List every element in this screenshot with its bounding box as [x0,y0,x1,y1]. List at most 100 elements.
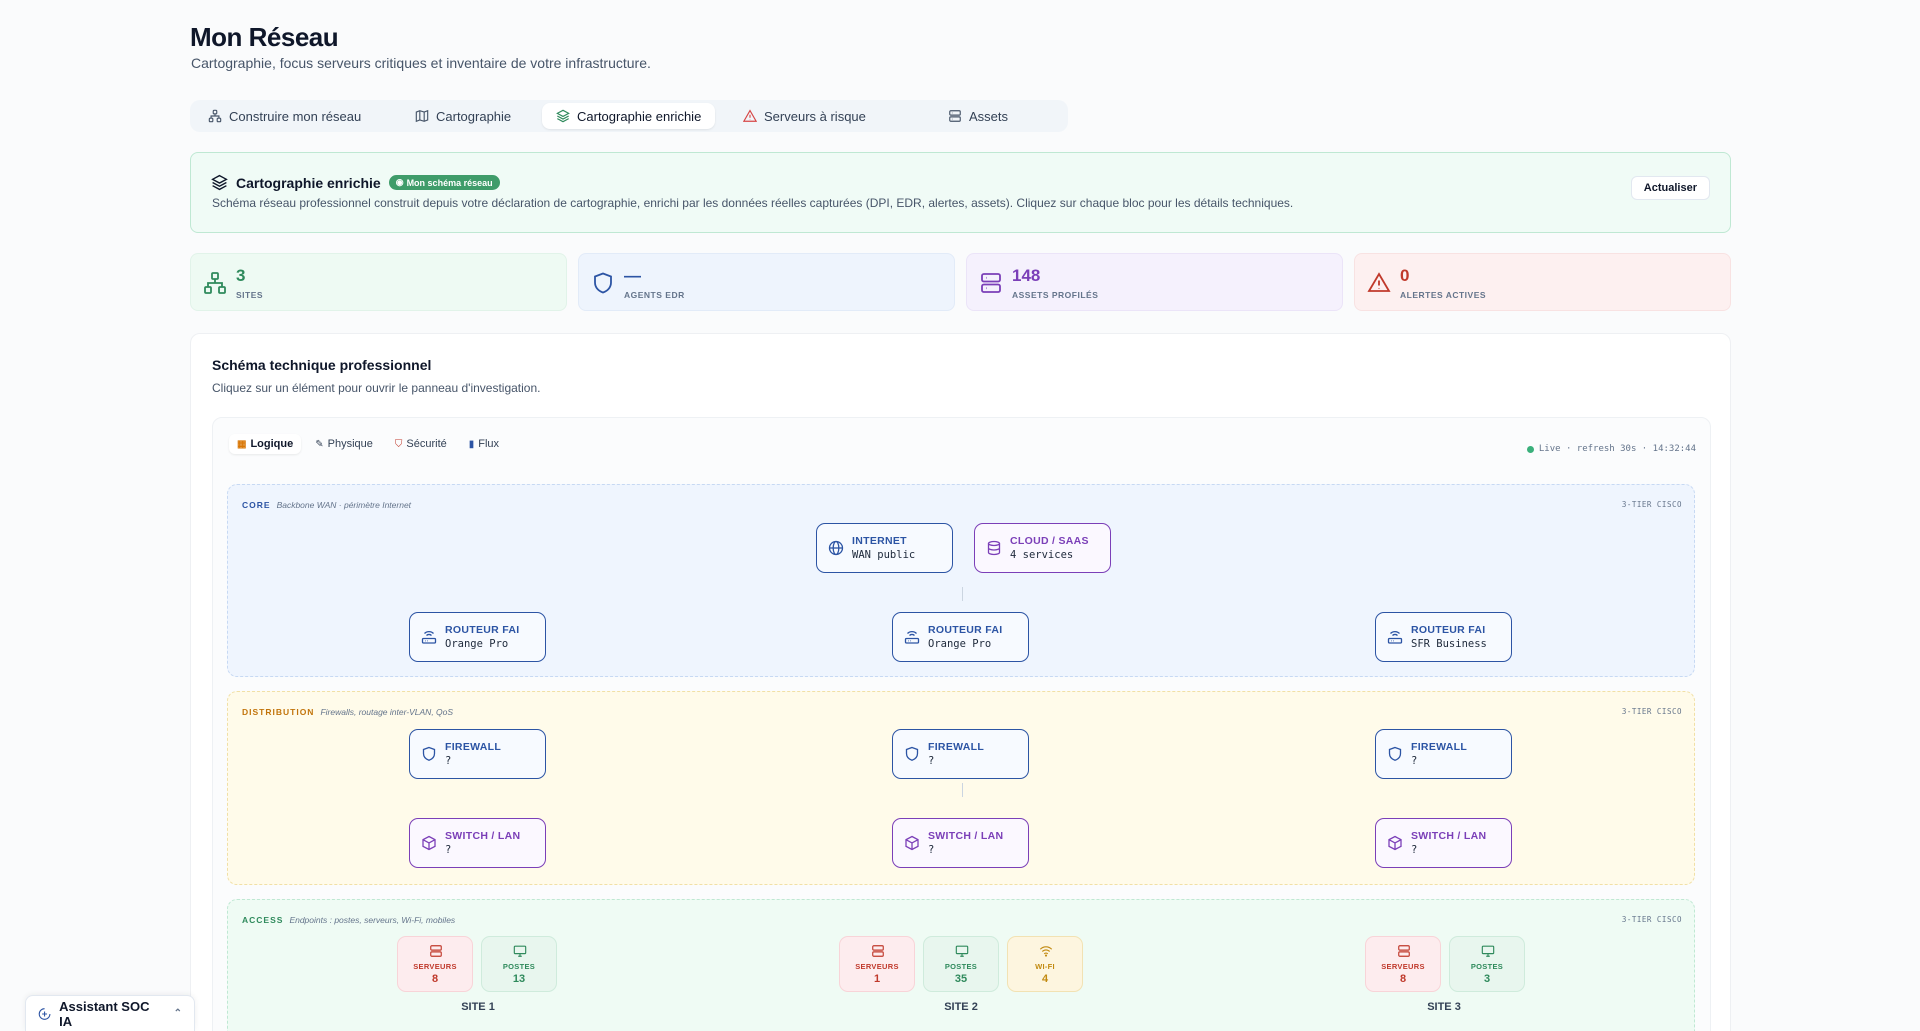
schema-title: Schéma technique professionnel [212,357,432,373]
stat-label: ASSETS PROFILÉS [1012,290,1099,300]
chip-postes-site-1[interactable]: POSTES 13 [481,936,557,992]
chip-postes-site-2[interactable]: POSTES 35 [923,936,999,992]
view-label: Flux [478,438,500,450]
server-icon [949,110,961,122]
tab-assets[interactable]: Assets [934,103,1022,129]
chip-label: SERVEURS [413,962,457,971]
chip-serveurs-site-2[interactable]: SERVEURS 1 [839,936,915,992]
node-subtitle: 4 services [1010,549,1074,561]
assistant-icon [38,1007,51,1020]
cube-icon [905,835,919,851]
tab-construire[interactable]: Construire mon réseau [194,103,375,129]
node-subtitle: ? [1411,755,1418,767]
zone-distribution: DISTRIBUTION Firewalls, routage inter-VLA… [227,691,1695,885]
network-icon [204,272,226,294]
page-title: Mon Réseau [190,22,339,52]
router-icon [1387,631,1403,644]
node-routeur-site-3[interactable]: ROUTEUR FAI SFR Business [1375,612,1512,662]
node-firewall-site-2[interactable]: FIREWALL ? [892,729,1029,779]
view-toolbar: ▦ Logique ✎ Physique ⛉ Sécurité ▮ Flux [229,434,507,454]
node-title: ROUTEUR FAI [445,624,520,636]
node-subtitle: ? [928,755,935,767]
node-routeur-site-1[interactable]: ROUTEUR FAI Orange Pro [409,612,546,662]
view-flux-button[interactable]: ▮ Flux [461,434,507,454]
zone-core: CORE Backbone WAN · périmètre Internet 3-… [227,484,1695,677]
cube-icon [422,835,436,851]
zone-name: ACCESS [242,915,284,925]
view-logique-button[interactable]: ▦ Logique [229,434,302,454]
chip-value: 3 [1483,973,1491,985]
node-title: SWITCH / LAN [445,830,521,842]
node-title: FIREWALL [1411,741,1468,753]
chip-label: POSTES [502,962,536,971]
stat-value: — [624,266,641,285]
plug-icon: ✎ [315,438,324,450]
cube-icon [1388,835,1402,851]
node-internet[interactable]: INTERNET WAN public [816,523,953,573]
node-routeur-site-2[interactable]: ROUTEUR FAI Orange Pro [892,612,1029,662]
zone-name: DISTRIBUTION [242,707,315,717]
node-title: INTERNET [852,535,907,547]
schema-subtitle: Cliquez sur un élément pour ouvrir le pa… [212,381,541,395]
chip-postes-site-3[interactable]: POSTES 3 [1449,936,1525,992]
node-subtitle: WAN public [852,549,916,561]
node-title: ROUTEUR FAI [1411,624,1486,636]
node-title: SWITCH / LAN [928,830,1004,842]
chip-value: 35 [954,973,968,985]
site-label: SITE 1 [461,1001,495,1013]
banner-title: Cartographie enrichie [236,174,381,191]
chip-wifi-site-2[interactable]: WI-FI 4 [1007,936,1083,992]
stat-value: 3 [236,266,246,285]
node-switch-site-3[interactable]: SWITCH / LAN ? [1375,818,1512,868]
chip-value: 4 [1041,973,1049,985]
assistant-soc-button[interactable]: Assistant SOC IA ⌃ [25,995,195,1031]
network-icon [208,109,222,123]
network-diagram: ▦ Logique ✎ Physique ⛉ Sécurité ▮ Flux Live … [212,417,1711,1031]
stat-sites: 3 SITES [190,253,567,311]
stat-alertes: 0 ALERTES ACTIVES [1354,253,1731,311]
tab-cartographie-enrichie[interactable]: Cartographie enrichie [542,103,716,129]
chip-value: 8 [1399,973,1407,985]
refresh-button[interactable]: Actualiser [1630,176,1710,200]
tab-serveurs-risque[interactable]: Serveurs à risque [729,103,880,129]
router-icon [904,631,920,644]
wifi-icon [1039,946,1053,957]
server-icon [872,945,884,957]
node-firewall-site-3[interactable]: FIREWALL ? [1375,729,1512,779]
node-switch-site-2[interactable]: SWITCH / LAN ? [892,818,1029,868]
shield-icon [905,746,919,761]
zone-description: Endpoints : postes, serveurs, Wi-Fi, mob… [289,915,456,925]
view-label: Physique [327,438,373,450]
tab-label: Assets [969,108,1009,124]
chip-serveurs-site-1[interactable]: SERVEURS 8 [397,936,473,992]
server-icon [981,273,1001,293]
warning-icon [743,109,757,122]
stat-label: SITES [236,290,264,300]
site-label: SITE 3 [1427,1001,1461,1013]
node-cloud-saas[interactable]: CLOUD / SAAS 4 services [974,523,1111,573]
view-label: Sécurité [406,438,447,450]
chip-serveurs-site-3[interactable]: SERVEURS 8 [1365,936,1441,992]
shield-icon: ⛉ [394,438,403,450]
server-icon [1398,945,1410,957]
chip-label: POSTES [1470,962,1504,971]
view-securite-button[interactable]: ⛉ Sécurité [387,434,455,454]
tab-label: Cartographie enrichie [577,108,702,124]
banner-description: Schéma réseau professionnel construit de… [212,196,1294,210]
monitor-icon [1481,945,1495,957]
chip-label: SERVEURS [1381,962,1425,971]
node-title: CLOUD / SAAS [1010,535,1089,547]
check-circle-icon: ◉ [395,177,404,187]
view-physique-button[interactable]: ✎ Physique [307,434,381,454]
node-switch-site-1[interactable]: SWITCH / LAN ? [409,818,546,868]
node-subtitle: ? [1411,844,1418,856]
monitor-icon [955,945,969,957]
live-text: Live · refresh 30s · 14:32:44 [1538,444,1696,454]
stat-assets: 148 ASSETS PROFILÉS [966,253,1343,311]
node-firewall-site-1[interactable]: FIREWALL ? [409,729,546,779]
zone-description: Firewalls, routage inter-VLAN, QoS [320,707,454,717]
node-subtitle: Orange Pro [928,638,992,650]
shield-icon [1388,746,1402,761]
tab-cartographie[interactable]: Cartographie [401,103,525,129]
schema-badge: ◉ Mon schéma réseau [388,175,500,190]
